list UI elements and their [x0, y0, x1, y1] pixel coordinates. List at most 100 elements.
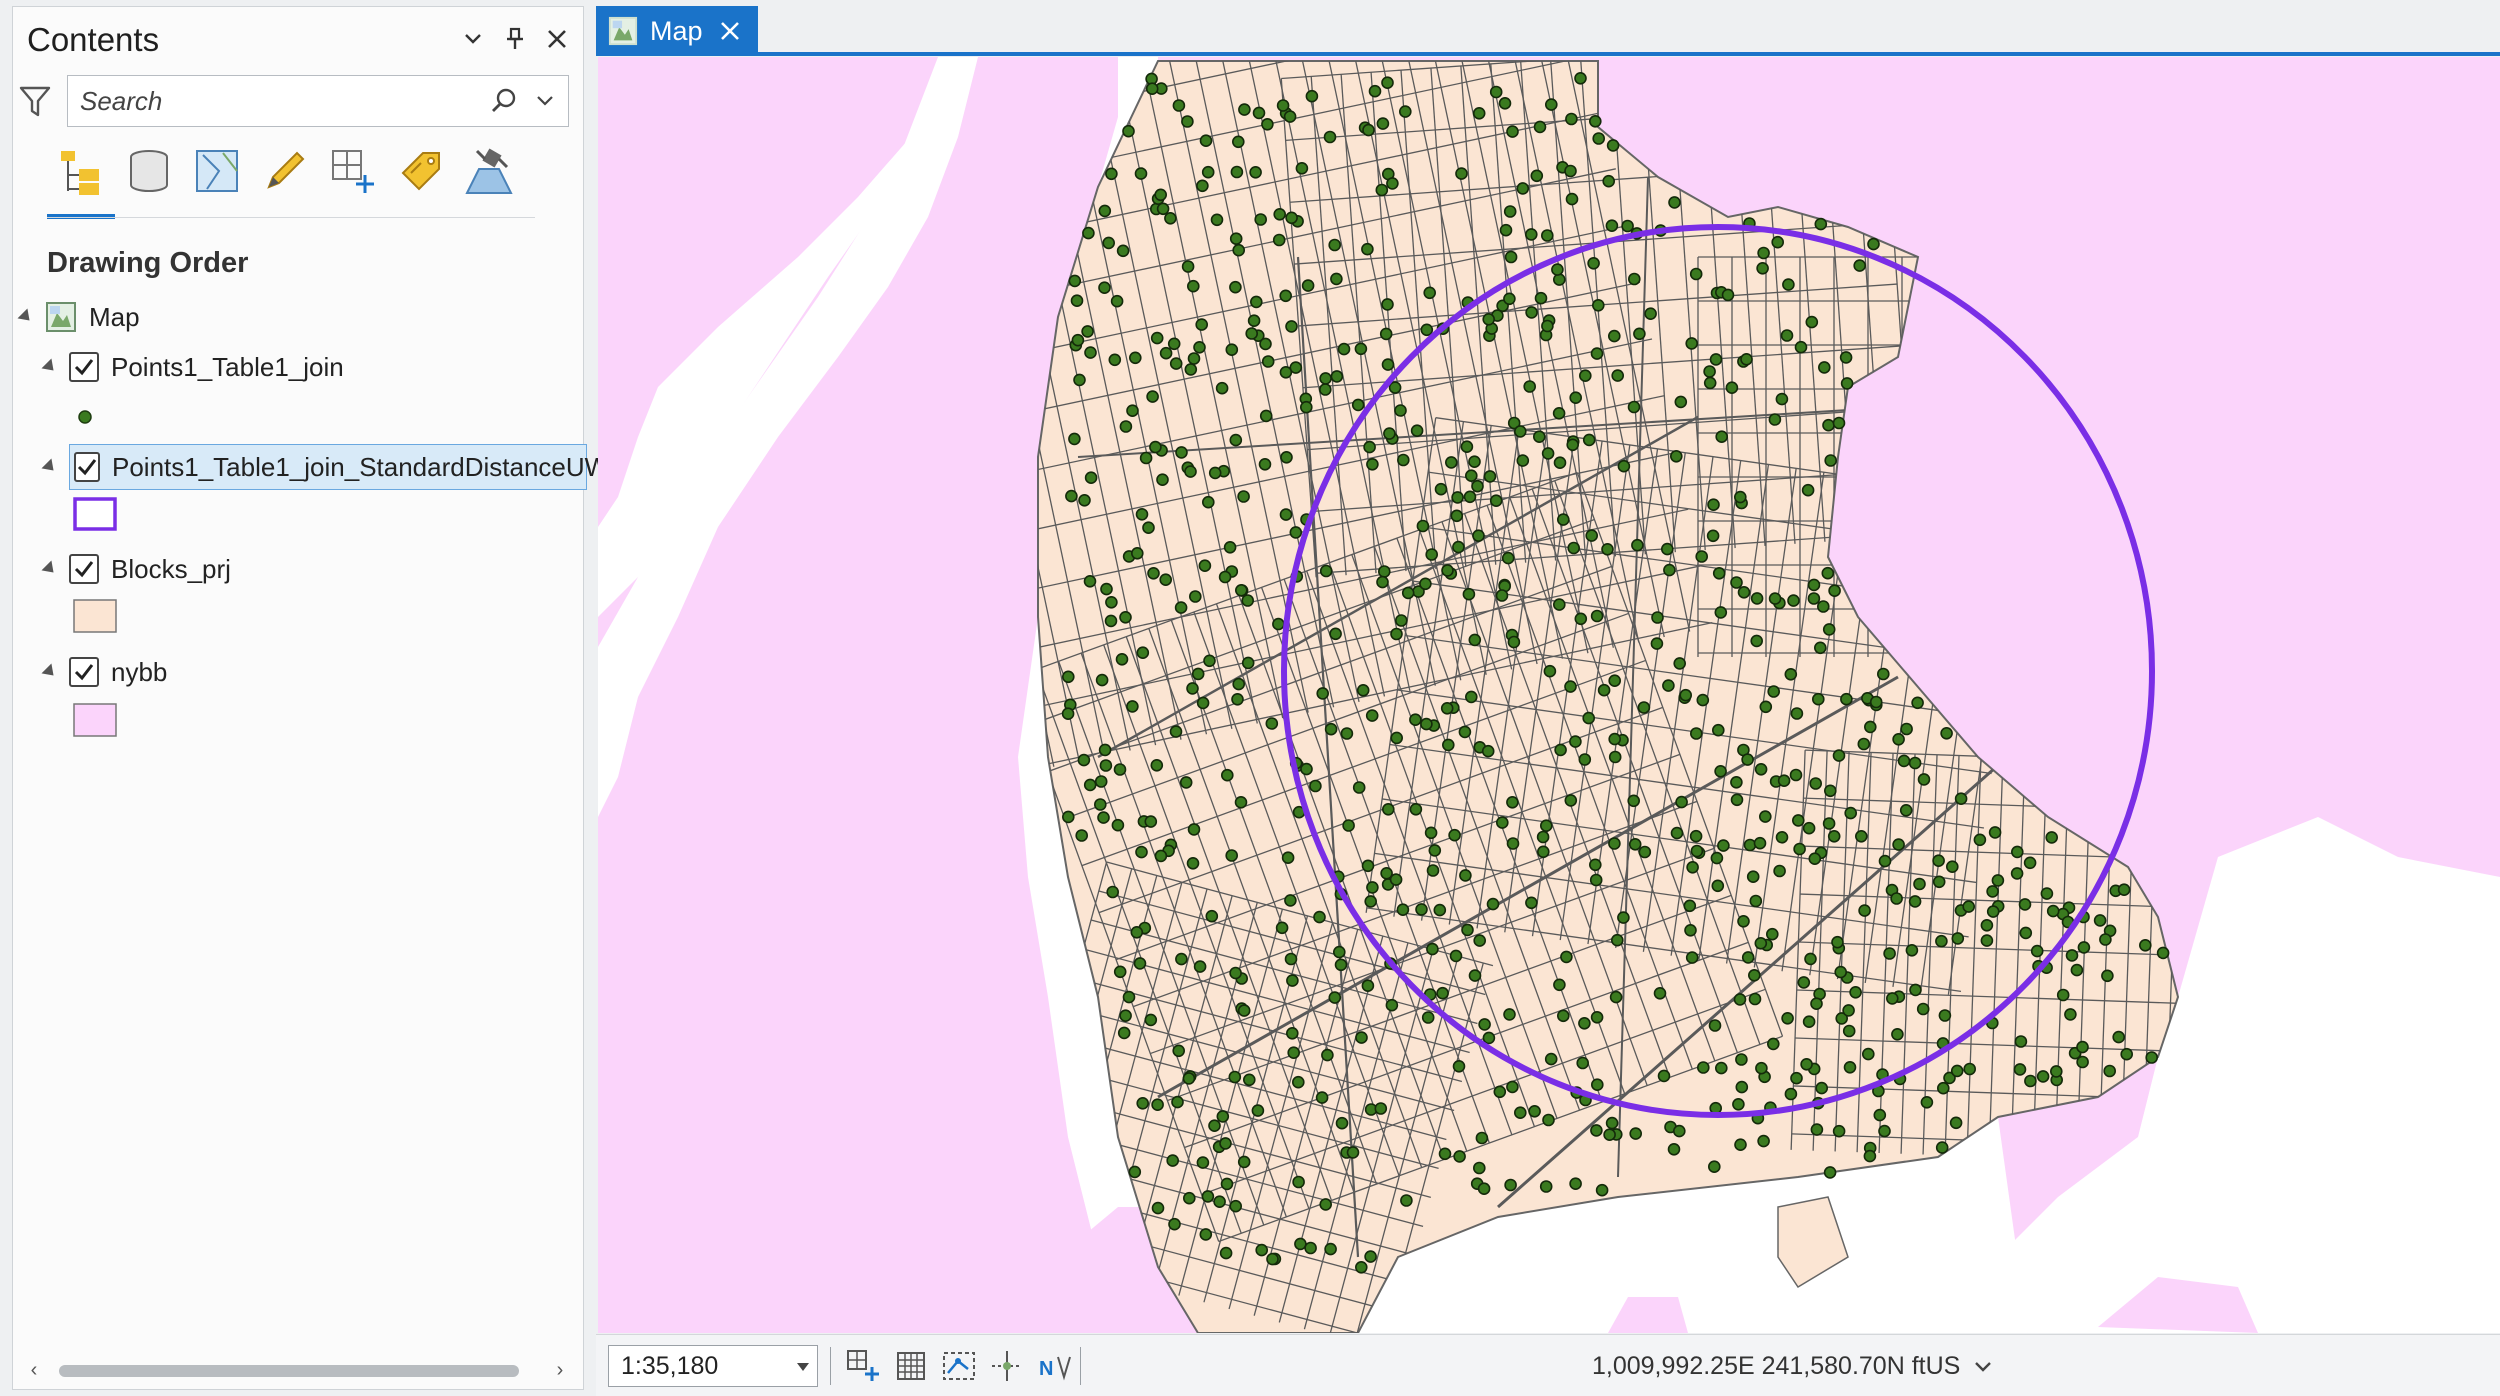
fill-symbol-icon[interactable]	[73, 703, 117, 737]
snapping-icon[interactable]	[940, 1347, 978, 1385]
point-feature	[1444, 456, 1458, 469]
close-icon[interactable]	[717, 18, 743, 44]
point-feature	[1184, 363, 1198, 376]
list-by-snapping-icon[interactable]	[319, 143, 387, 207]
point-feature	[1199, 1228, 1213, 1241]
point-feature	[1631, 538, 1644, 552]
point-feature	[1592, 132, 1606, 145]
grid-icon[interactable]	[892, 1347, 930, 1385]
point-feature	[1099, 759, 1113, 772]
point-feature	[1951, 932, 1965, 945]
layer-row-standard-distance[interactable]: Points1_Table1_join_StandardDistanceUW	[41, 444, 609, 490]
list-by-drawing-order-icon[interactable]	[47, 143, 115, 219]
tree-item-map[interactable]: Map	[17, 297, 140, 337]
layer-visibility-checkbox[interactable]	[74, 452, 100, 482]
layer-visibility-checkbox[interactable]	[69, 657, 99, 687]
expand-collapse-icon[interactable]	[41, 663, 59, 681]
point-feature	[1354, 342, 1368, 356]
point-feature	[1513, 425, 1527, 438]
point-feature	[1807, 578, 1821, 592]
chevron-down-icon[interactable]	[797, 1363, 809, 1371]
point-feature	[1873, 1108, 1887, 1122]
search-input[interactable]	[68, 76, 478, 126]
point-symbol-icon[interactable]	[75, 407, 95, 427]
point-feature	[1284, 952, 1298, 966]
point-feature	[1149, 440, 1162, 454]
close-icon[interactable]	[543, 25, 571, 53]
point-feature	[1259, 409, 1273, 423]
point-feature	[1119, 610, 1132, 624]
point-feature	[1377, 565, 1391, 578]
expand-collapse-icon[interactable]	[17, 308, 35, 326]
constraints-icon[interactable]	[988, 1347, 1026, 1385]
point-feature	[1231, 135, 1245, 149]
point-feature	[1507, 635, 1521, 649]
filter-icon[interactable]	[19, 85, 55, 121]
layer-row-nybb[interactable]: nybb	[41, 652, 167, 692]
chevron-down-icon[interactable]	[1972, 1355, 1994, 1377]
scroll-thumb[interactable]	[59, 1365, 519, 1377]
point-feature	[1394, 614, 1408, 627]
map-drawing[interactable]	[598, 57, 2500, 1333]
point-feature	[1473, 934, 1487, 947]
layer-visibility-checkbox[interactable]	[69, 352, 99, 382]
expand-collapse-icon[interactable]	[41, 458, 59, 476]
point-feature	[1757, 246, 1770, 260]
map-canvas[interactable]	[598, 57, 2500, 1333]
point-feature	[1175, 952, 1188, 966]
point-feature	[1489, 85, 1503, 99]
expand-collapse-icon[interactable]	[41, 358, 59, 376]
zoom-to-extent-icon[interactable]	[844, 1347, 882, 1385]
point-feature	[1145, 82, 1159, 96]
list-by-editing-icon[interactable]	[251, 143, 319, 207]
point-feature	[1135, 845, 1148, 859]
point-feature	[1225, 343, 1239, 357]
pin-icon[interactable]	[501, 25, 529, 53]
chevron-down-icon[interactable]	[459, 25, 487, 53]
point-feature	[2156, 946, 2170, 960]
list-by-labeling-icon[interactable]	[387, 143, 455, 207]
point-feature	[1822, 623, 1836, 636]
point-feature	[2036, 1070, 2050, 1083]
search-options-chevron-icon[interactable]	[534, 89, 558, 113]
fill-symbol-icon[interactable]	[73, 599, 117, 633]
point-feature	[1220, 768, 1234, 782]
search-icon[interactable]	[490, 87, 518, 115]
point-feature	[1401, 586, 1415, 600]
point-feature	[1252, 106, 1266, 120]
point-feature	[1251, 1104, 1265, 1117]
expand-collapse-icon[interactable]	[41, 560, 59, 578]
point-feature	[1426, 942, 1439, 956]
north-arrow-correction-icon[interactable]: N	[1036, 1347, 1074, 1385]
list-by-selection-icon[interactable]	[183, 143, 251, 207]
layer-visibility-checkbox[interactable]	[69, 554, 99, 584]
list-by-perspective-imagery-icon[interactable]	[455, 143, 523, 207]
selected-layer-highlight[interactable]: Points1_Table1_join_StandardDistanceUW	[69, 444, 609, 490]
scroll-left-icon[interactable]: ‹	[23, 1359, 45, 1381]
point-feature	[1364, 1250, 1377, 1263]
layer-row-blocks[interactable]: Blocks_prj	[41, 549, 231, 589]
scale-dropdown[interactable]: 1:35,180	[608, 1345, 818, 1387]
horizontal-scrollbar[interactable]: ‹ ›	[19, 1357, 575, 1383]
point-feature	[1536, 845, 1550, 859]
point-feature	[1409, 802, 1423, 816]
point-feature	[1201, 495, 1215, 509]
tab-map[interactable]: Map	[596, 6, 758, 56]
point-feature	[1219, 1137, 1232, 1150]
point-feature	[1524, 228, 1538, 241]
point-feature	[1735, 1053, 1748, 1066]
scroll-right-icon[interactable]: ›	[549, 1359, 571, 1381]
point-feature	[1768, 413, 1782, 426]
point-feature	[1663, 563, 1676, 577]
outline-symbol-icon[interactable]	[73, 497, 117, 531]
layer-row-points[interactable]: Points1_Table1_join	[41, 347, 344, 387]
point-feature	[1503, 1008, 1516, 1021]
point-feature	[1245, 327, 1259, 340]
point-feature	[1181, 260, 1195, 273]
point-feature	[1589, 873, 1603, 887]
list-by-data-source-icon[interactable]	[115, 143, 183, 207]
point-feature	[1323, 130, 1337, 144]
point-feature	[1794, 340, 1808, 354]
point-feature	[1821, 566, 1835, 580]
point-feature	[1940, 726, 1953, 740]
